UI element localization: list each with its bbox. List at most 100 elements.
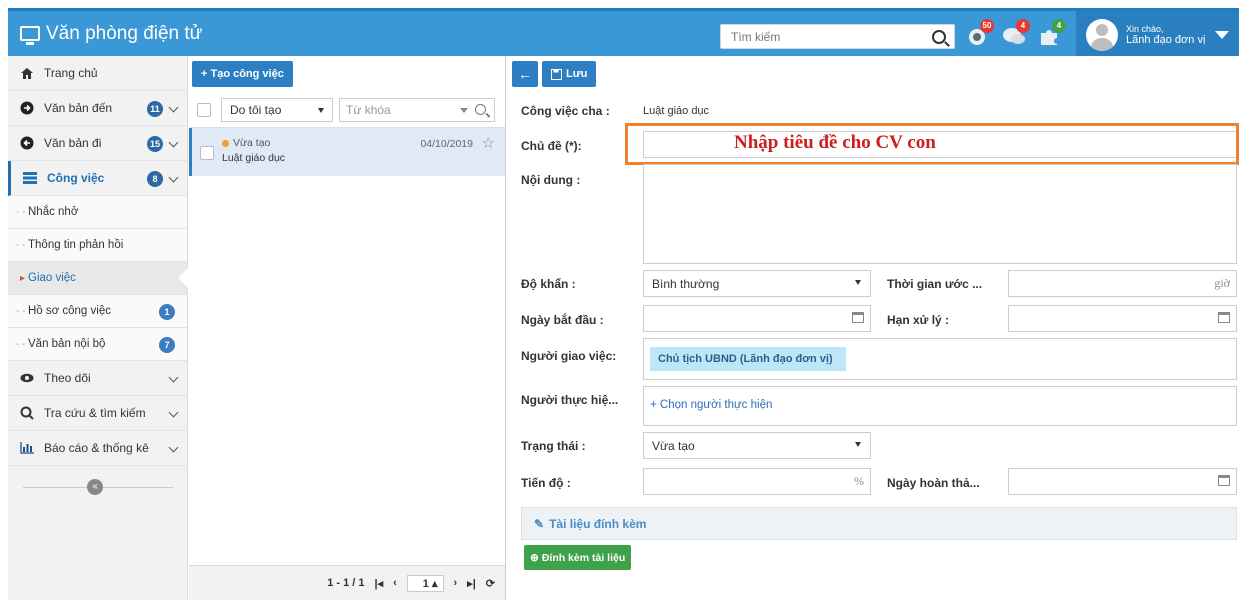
sidebar-sub-feedback[interactable]: Thông tin phản hồi xyxy=(8,229,187,262)
chevron-down-icon[interactable] xyxy=(168,407,179,418)
search-icon[interactable] xyxy=(932,29,946,44)
back-button[interactable]: ← xyxy=(512,61,538,87)
completion-date-label: Ngày hoàn thả... xyxy=(887,476,980,490)
list-item[interactable]: Vừa tạo Luật giáo dục 04/10/2019 ☆ xyxy=(189,128,505,176)
page-select[interactable]: 1 ▴ xyxy=(406,574,444,592)
attach-file-button[interactable]: ⊕ Đính kèm tài liệu xyxy=(524,545,632,570)
chevron-down-icon[interactable] xyxy=(168,442,179,453)
sidebar-sub-label: Hồ sơ công việc xyxy=(28,305,111,317)
progress-input[interactable]: % xyxy=(643,468,871,495)
completion-date-input[interactable] xyxy=(1008,468,1237,495)
percent-unit: % xyxy=(854,474,864,488)
urgency-select[interactable]: Bình thường xyxy=(643,270,871,297)
sidebar-item-tasks[interactable]: Công việc 8 xyxy=(8,161,187,196)
first-page-icon[interactable]: |◂ xyxy=(375,577,384,590)
count-badge: 1 xyxy=(159,304,175,320)
sidebar-item-label: Trang chủ xyxy=(44,66,98,80)
prev-page-icon[interactable]: ‹ xyxy=(393,577,397,589)
chat-badge: 4 xyxy=(1016,19,1030,33)
annotation-text: Nhập tiêu đề cho CV con xyxy=(734,132,936,153)
sidebar-item-label: Tra cứu & tìm kiếm xyxy=(44,406,146,420)
count-badge: 7 xyxy=(159,337,175,353)
search-icon xyxy=(20,406,34,420)
page-range: 1 - 1 / 1 xyxy=(327,577,365,589)
collapse-sidebar-button[interactable]: « xyxy=(87,479,103,495)
save-button[interactable]: Lưu xyxy=(542,61,597,87)
save-label: Lưu xyxy=(566,68,588,80)
user-name: Lãnh đạo đơn vị xyxy=(1126,34,1206,46)
app-title[interactable]: Văn phòng điện tử xyxy=(8,23,202,45)
page-left-margin xyxy=(0,0,8,600)
sidebar-sub-label: Văn bản nội bộ xyxy=(28,338,106,350)
sidebar-sub-label: Thông tin phản hồi xyxy=(28,239,124,251)
sidebar-item-incoming-docs[interactable]: Văn bản đến 11 xyxy=(8,91,187,126)
page-number: 1 xyxy=(422,577,429,590)
search-icon[interactable] xyxy=(475,103,486,115)
owner-filter-select[interactable]: Do tôi tạo xyxy=(221,97,333,122)
chevron-down-icon[interactable] xyxy=(168,137,179,148)
caret-down-icon xyxy=(855,442,861,447)
app-title-text: Văn phòng điện tử xyxy=(46,22,203,44)
chevron-down-icon[interactable] xyxy=(168,372,179,383)
paperclip-icon: ✎ xyxy=(534,516,545,531)
filter-dropdown-icon[interactable] xyxy=(460,107,468,113)
chat-icon[interactable]: 4 xyxy=(1002,19,1030,47)
home-icon xyxy=(20,66,34,80)
status-badge: Vừa tạo xyxy=(222,137,270,149)
caret-down-icon xyxy=(318,107,324,113)
sidebar-item-search[interactable]: Tra cứu & tìm kiếm xyxy=(8,396,187,431)
sidebar-sub-reminders[interactable]: Nhắc nhở xyxy=(8,196,187,229)
owner-filter-value: Do tôi tạo xyxy=(230,102,282,117)
floppy-icon xyxy=(551,68,562,80)
search-input[interactable] xyxy=(721,25,932,48)
count-badge: 11 xyxy=(147,101,163,117)
sidebar-sub-task-files[interactable]: Hồ sơ công việc 1 xyxy=(8,295,187,328)
sidebar-item-home[interactable]: Trang chủ xyxy=(8,56,187,91)
row-checkbox[interactable] xyxy=(200,146,214,160)
plus-circle-icon: ⊕ xyxy=(530,551,539,564)
chevron-down-icon[interactable] xyxy=(168,102,179,113)
calendar-icon[interactable] xyxy=(1218,475,1230,486)
estimated-time-input[interactable]: giờ xyxy=(1008,270,1237,297)
start-date-input[interactable] xyxy=(643,305,871,332)
global-search[interactable] xyxy=(720,24,955,49)
deadline-label: Hạn xử lý : xyxy=(887,313,950,327)
next-page-icon[interactable]: › xyxy=(454,577,458,589)
sidebar-sub-assign[interactable]: Giao việc xyxy=(8,262,188,295)
choose-executor-link[interactable]: + Chọn người thực hiện xyxy=(650,399,772,411)
notification-badge: 50 xyxy=(980,19,994,33)
content-textarea[interactable] xyxy=(643,164,1237,264)
sidebar-item-label: Công việc xyxy=(47,171,105,185)
assigner-tag[interactable]: Chủ tịch UBND (Lãnh đạo đơn vị) xyxy=(650,347,846,371)
sidebar-item-outgoing-docs[interactable]: Văn bản đi 15 xyxy=(8,126,187,161)
status-dot-icon xyxy=(222,139,229,147)
chevron-down-icon[interactable] xyxy=(168,172,179,183)
sidebar-item-tracking[interactable]: Theo dõi xyxy=(8,361,187,396)
sidebar-item-label: Báo cáo & thống kê xyxy=(44,441,149,455)
select-all-checkbox[interactable] xyxy=(197,102,211,117)
last-page-icon[interactable]: ▸| xyxy=(467,577,476,590)
puzzle-icon[interactable]: 4 xyxy=(1038,19,1066,47)
star-icon[interactable]: ☆ xyxy=(482,134,495,152)
sidebar-item-label: Văn bản đến xyxy=(44,101,113,115)
status-select[interactable]: Vừa tạo xyxy=(643,432,871,459)
calendar-icon[interactable] xyxy=(852,312,864,323)
sidebar-item-label: Theo dõi xyxy=(44,371,91,385)
user-menu[interactable]: Xin chào, Lãnh đạo đơn vị xyxy=(1076,11,1239,59)
monitor-icon xyxy=(20,26,40,45)
subject-label: Chủ đề (*): xyxy=(521,139,582,153)
create-task-button[interactable]: + Tạo công việc xyxy=(192,61,293,87)
filter-row: Do tôi tạo Từ khóa xyxy=(189,92,505,128)
notification-icon[interactable]: 50 xyxy=(966,19,994,47)
refresh-icon[interactable]: ⟳ xyxy=(486,577,495,590)
sidebar-sub-internal-docs[interactable]: Văn bản nội bộ 7 xyxy=(8,328,187,361)
attachments-section: ✎ Tài liệu đính kèm xyxy=(521,507,1237,540)
deadline-input[interactable] xyxy=(1008,305,1237,332)
estimated-time-label: Thời gian ước ... xyxy=(887,277,983,291)
caret-down-icon[interactable] xyxy=(1215,31,1230,39)
sidebar-item-reports[interactable]: Báo cáo & thống kê xyxy=(8,431,187,466)
calendar-icon[interactable] xyxy=(1218,312,1230,323)
top-header: Văn phòng điện tử 50 4 4 Xin chào, Lãnh … xyxy=(8,8,1239,59)
keyword-input[interactable]: Từ khóa xyxy=(339,97,495,122)
arrow-right-circle-icon xyxy=(20,101,34,115)
